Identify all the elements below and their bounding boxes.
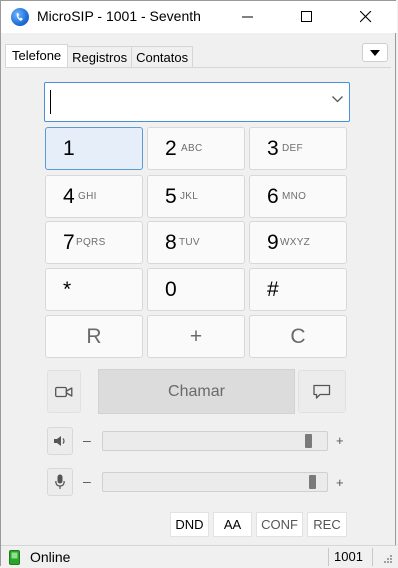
message-button[interactable] — [298, 370, 346, 413]
maximize-icon — [301, 11, 312, 22]
status-separator — [372, 548, 373, 566]
tab-registros[interactable]: Registros — [67, 46, 133, 68]
microsip-logo-icon — [11, 8, 29, 26]
speaker-mute-button[interactable] — [47, 427, 73, 455]
microphone-mute-button[interactable] — [47, 468, 73, 496]
plus-button[interactable]: + — [147, 315, 245, 358]
menu-button[interactable] — [362, 43, 388, 62]
key-8[interactable]: 8 TUV — [147, 221, 245, 264]
close-icon — [360, 11, 372, 23]
tab-telefone[interactable]: Telefone — [5, 44, 69, 68]
resize-grip-icon[interactable] — [383, 554, 393, 564]
number-input-combo[interactable] — [44, 82, 350, 122]
video-camera-icon — [55, 386, 73, 397]
key-9[interactable]: 9 WXYZ — [249, 221, 347, 264]
key-5[interactable]: 5 JKL — [147, 175, 245, 218]
key-digit: # — [267, 278, 279, 301]
key-digit: 3 — [267, 137, 279, 160]
redial-label: R — [86, 325, 102, 348]
speaker-volume-slider[interactable] — [102, 431, 328, 451]
key-digit: 8 — [165, 231, 177, 254]
clear-label: C — [290, 325, 306, 348]
key-letters: MNO — [282, 191, 307, 202]
key-digit: 1 — [63, 137, 75, 160]
key-4[interactable]: 4 GHI — [45, 175, 143, 218]
maximize-button[interactable] — [284, 1, 330, 33]
key-digit: 2 — [165, 137, 177, 160]
key-hash[interactable]: # — [249, 268, 347, 311]
key-letters: WXYZ — [280, 237, 311, 248]
key-digit: 6 — [267, 185, 279, 208]
key-1[interactable]: 1 — [45, 127, 143, 170]
key-2[interactable]: 2 ABC — [147, 127, 245, 170]
key-letters: PQRS — [76, 237, 106, 248]
key-0[interactable]: 0 — [147, 268, 245, 311]
microsip-window: MicroSIP - 1001 - Seventh Telefone Regis… — [0, 0, 397, 568]
key-6[interactable]: 6 MNO — [249, 175, 347, 218]
key-digit: * — [63, 278, 72, 301]
speaker-minus-label: – — [83, 432, 91, 448]
record-button[interactable]: REC — [307, 512, 347, 537]
triangle-down-icon — [370, 49, 380, 56]
minimize-button[interactable] — [225, 1, 271, 33]
status-text: Online — [30, 549, 71, 565]
key-letters: ABC — [181, 143, 203, 154]
speaker-plus-label: + — [336, 433, 344, 448]
key-letters: DEF — [282, 143, 303, 154]
key-letters: JKL — [180, 191, 199, 202]
key-3[interactable]: 3 DEF — [249, 127, 347, 170]
call-button[interactable]: Chamar — [98, 369, 295, 414]
chevron-down-icon[interactable] — [332, 96, 343, 103]
microphone-volume-slider[interactable] — [102, 472, 328, 492]
redial-button[interactable]: R — [45, 315, 143, 358]
conference-button[interactable]: CONF — [256, 512, 303, 537]
number-input[interactable] — [49, 87, 319, 117]
key-7[interactable]: 7 PQRS — [45, 221, 143, 264]
text-caret — [50, 90, 51, 114]
microphone-icon — [55, 474, 65, 489]
key-digit: 7 — [63, 231, 75, 254]
chat-bubble-icon — [313, 384, 331, 399]
status-bar: Online 1001 — [1, 545, 397, 568]
clear-button[interactable]: C — [249, 315, 347, 358]
key-digit: 9 — [267, 231, 279, 254]
title-bar[interactable]: MicroSIP - 1001 - Seventh — [1, 1, 397, 33]
video-call-button[interactable] — [47, 370, 81, 413]
key-star[interactable]: * — [45, 268, 143, 311]
key-letters: GHI — [78, 191, 97, 202]
microphone-slider-thumb[interactable] — [309, 475, 317, 489]
auto-answer-button[interactable]: AA — [213, 512, 252, 537]
tab-contatos[interactable]: Contatos — [131, 46, 194, 68]
dnd-button[interactable]: DND — [170, 512, 209, 537]
key-digit: 5 — [165, 185, 177, 208]
minimize-icon — [242, 16, 253, 18]
speaker-icon — [54, 436, 65, 446]
extension-label: 1001 — [334, 549, 363, 564]
key-digit: 0 — [165, 278, 177, 301]
key-letters: TUV — [179, 237, 200, 248]
status-separator — [328, 548, 329, 566]
key-digit: 4 — [63, 185, 75, 208]
speaker-slider-thumb[interactable] — [305, 434, 313, 448]
window-title: MicroSIP - 1001 - Seventh — [37, 8, 201, 24]
microphone-minus-label: – — [83, 473, 91, 489]
microphone-plus-label: + — [336, 475, 344, 490]
tab-bar: Telefone Registros Contatos — [5, 44, 194, 68]
online-phone-icon — [9, 550, 20, 565]
close-button[interactable] — [343, 1, 389, 33]
plus-label: + — [189, 325, 203, 348]
